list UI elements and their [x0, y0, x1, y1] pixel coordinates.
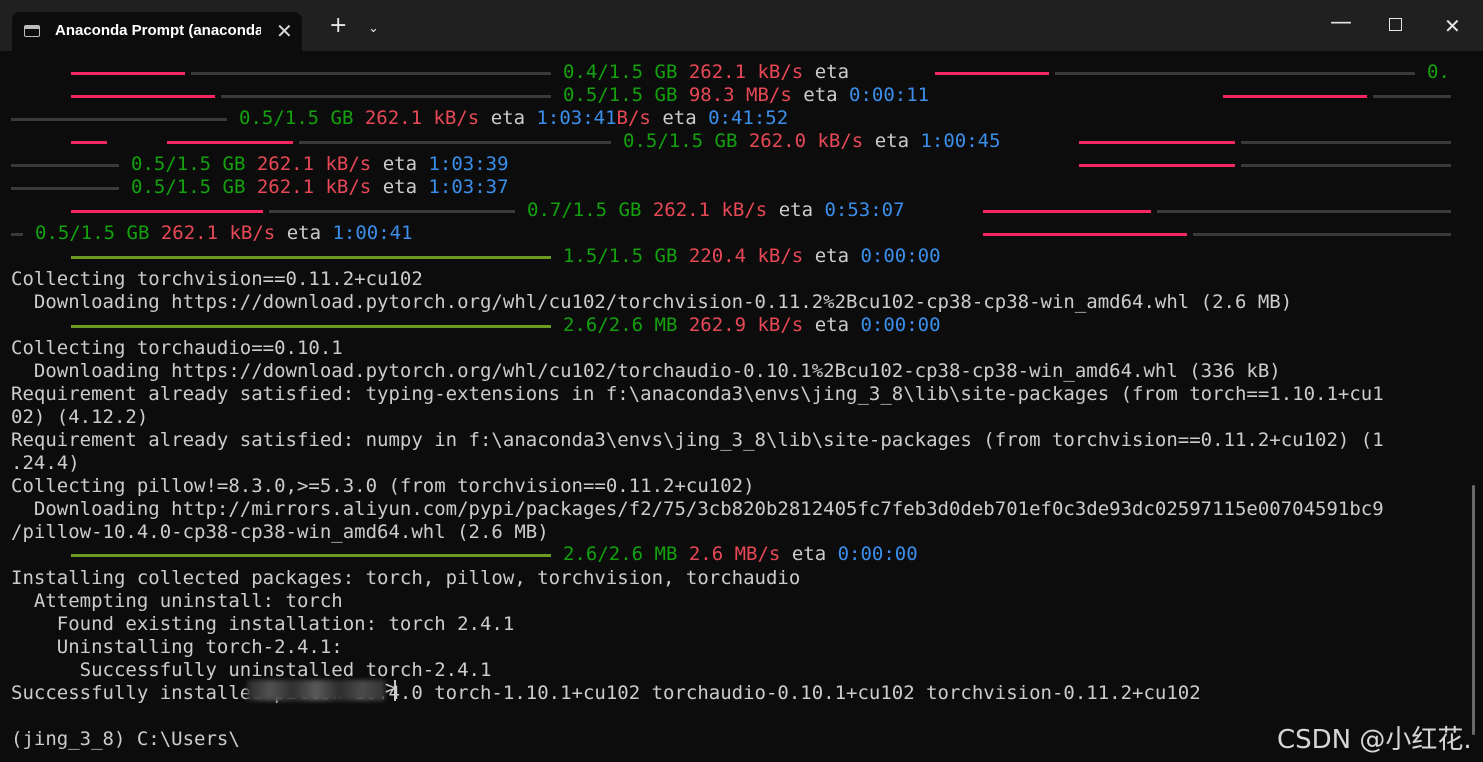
progress-text-cut: 0. — [1427, 61, 1450, 83]
progress-text: 0.5/1.5 GB 262.0 kB/s eta 1:00:45 — [623, 130, 1001, 152]
progress-text: 0.5/1.5 GB 262.1 kB/s eta 1:03:39 — [131, 153, 509, 175]
log-line: Downloading http://mirrors.aliyun.com/py… — [11, 498, 1384, 520]
progress-bar-track — [11, 118, 227, 121]
log-line: Collecting torchaudio==0.10.1 — [11, 337, 343, 359]
progress-bar-track — [1241, 141, 1451, 144]
tab-title: Anaconda Prompt (anaconda3) — [55, 22, 261, 39]
log-line: Found existing installation: torch 2.4.1 — [11, 613, 515, 635]
log-line: Downloading https://download.pytorch.org… — [11, 291, 1293, 313]
progress-bar-complete — [71, 325, 551, 328]
progress-bar-track — [221, 95, 551, 98]
watermark: CSDN @小红花. — [1277, 725, 1472, 755]
progress-bar-filled — [1079, 141, 1235, 144]
log-line: Successfully installed pillow-10.4.0 tor… — [11, 682, 1201, 704]
log-line: Attempting uninstall: torch — [11, 590, 343, 612]
log-line: /pillow-10.4.0-cp38-cp38-win_amd64.whl (… — [11, 521, 549, 543]
progress-bar-filled — [71, 141, 107, 144]
progress-bar-track — [1055, 72, 1415, 75]
scrollbar[interactable] — [1472, 485, 1475, 735]
log-line: Installing collected packages: torch, pi… — [11, 567, 801, 589]
tab-anaconda-prompt[interactable]: Anaconda Prompt (anaconda3) ✕ — [12, 12, 302, 51]
log-line: Requirement already satisfied: typing-ex… — [11, 383, 1384, 405]
progress-bar-track — [269, 210, 515, 213]
progress-bar-filled — [71, 95, 215, 98]
progress-bar-filled — [1223, 95, 1367, 98]
redacted-username — [247, 680, 385, 701]
progress-bar-filled — [983, 233, 1187, 236]
minimize-button[interactable]: — — [1330, 10, 1352, 35]
progress-text: 0.5/1.5 GB 262.1 kB/s eta 1:03:41B/s eta… — [239, 107, 789, 129]
log-line: Collecting torchvision==0.11.2+cu102 — [11, 268, 423, 290]
maximize-button[interactable] — [1389, 18, 1402, 31]
text-cursor — [394, 680, 396, 701]
log-line: Requirement already satisfied: numpy in … — [11, 429, 1384, 451]
progress-bar-filled — [71, 210, 263, 213]
terminal-icon — [24, 25, 40, 37]
new-tab-button[interactable]: + — [329, 15, 347, 37]
progress-bar-track — [1241, 164, 1451, 167]
progress-bar-filled — [71, 72, 185, 75]
progress-text: 0.5/1.5 GB 262.1 kB/s eta 1:03:37 — [131, 176, 509, 198]
progress-bar-complete — [71, 554, 551, 557]
chevron-down-icon[interactable]: ⌄ — [368, 21, 379, 36]
tab-close-icon[interactable]: ✕ — [276, 19, 293, 43]
progress-bar-track — [191, 72, 551, 75]
progress-bar-track — [1373, 95, 1451, 98]
terminal-output[interactable]: 0.4/1.5 GB 262.1 kB/s eta 0. 0.5/1.5 GB … — [0, 51, 1483, 762]
progress-text: 2.6/2.6 MB 2.6 MB/s eta 0:00:00 — [563, 543, 918, 565]
log-line: Collecting pillow!=8.3.0,>=5.3.0 (from t… — [11, 475, 755, 497]
progress-text: 0.5/1.5 GB 262.1 kB/s eta 1:00:41 — [35, 222, 413, 244]
title-bar: Anaconda Prompt (anaconda3) ✕ + ⌄ — ✕ — [0, 0, 1483, 51]
progress-bar-track — [299, 141, 611, 144]
progress-text: 2.6/2.6 MB 262.9 kB/s eta 0:00:00 — [563, 314, 941, 336]
close-button[interactable]: ✕ — [1444, 14, 1461, 38]
log-line: Downloading https://download.pytorch.org… — [11, 360, 1281, 382]
command-prompt[interactable]: (jing_3_8) C:\Users\ — [11, 728, 240, 751]
progress-bar-track — [11, 164, 119, 167]
progress-bar-filled — [983, 210, 1151, 213]
progress-bar-complete — [71, 256, 551, 259]
terminal-window: Anaconda Prompt (anaconda3) ✕ + ⌄ — ✕ 0.… — [0, 0, 1483, 762]
progress-text: 0.5/1.5 GB 98.3 MB/s eta 0:00:11 — [563, 84, 930, 106]
progress-bar-track — [11, 233, 23, 236]
log-line: 02) (4.12.2) — [11, 406, 149, 428]
log-line: Uninstalling torch-2.4.1: — [11, 636, 343, 658]
progress-text: 0.4/1.5 GB 262.1 kB/s eta — [563, 61, 850, 83]
progress-text: 0.7/1.5 GB 262.1 kB/s eta 0:53:07 — [527, 199, 905, 221]
progress-bar-filled — [935, 72, 1049, 75]
progress-bar-track — [11, 187, 119, 190]
log-line: .24.4) — [11, 452, 80, 474]
progress-bar-track — [1193, 233, 1451, 236]
log-line: Successfully uninstalled torch-2.4.1 — [11, 659, 492, 681]
progress-bar-filled — [1079, 164, 1235, 167]
progress-bar-filled — [167, 141, 293, 144]
progress-text: 1.5/1.5 GB 220.4 kB/s eta 0:00:00 — [563, 245, 941, 267]
progress-bar-track — [1157, 210, 1451, 213]
